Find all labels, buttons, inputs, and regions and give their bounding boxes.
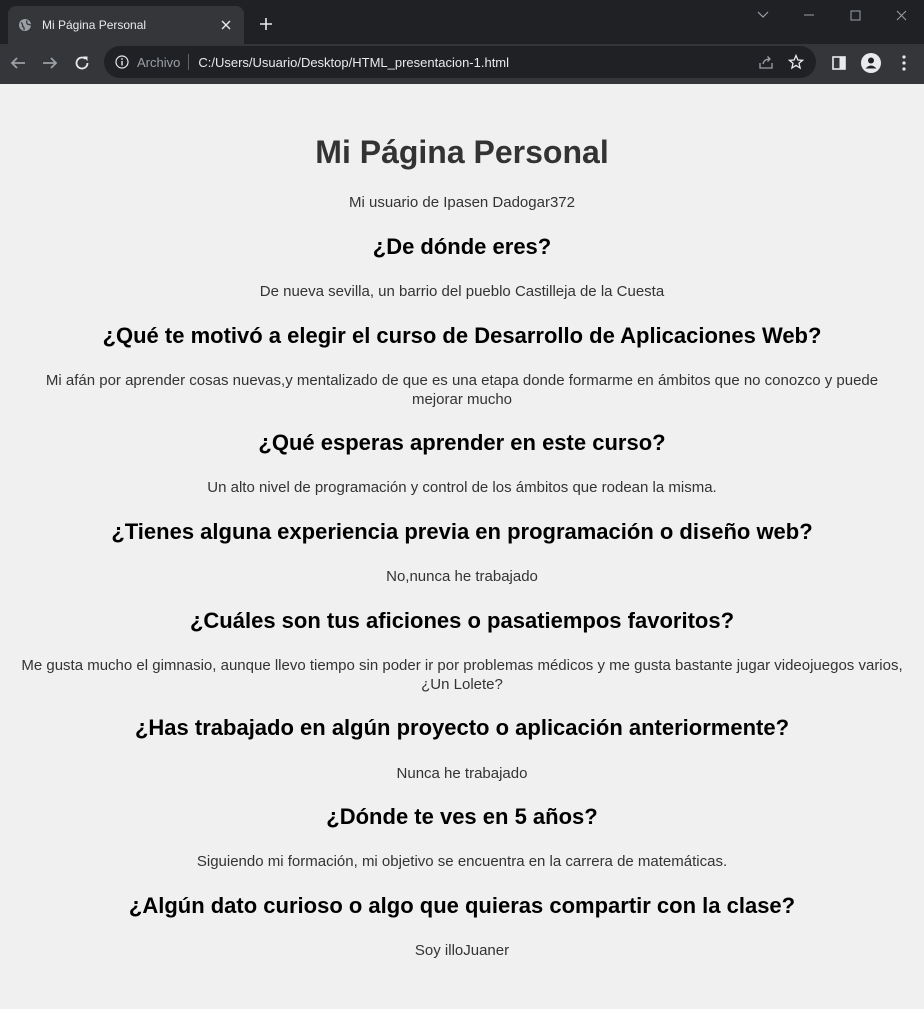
answer-text: Soy illoJuaner: [414, 942, 510, 959]
forward-arrow-icon[interactable]: [38, 51, 62, 75]
answer-text: Un alto nivel de programación y control …: [207, 479, 717, 496]
answer-text: Mi afán por aprender cosas nuevas,y ment…: [45, 372, 879, 408]
address-url[interactable]: C:/Users/Usuario/Desktop/HTML_presentaci…: [198, 55, 756, 70]
question-heading: ¿Qué esperas aprender en este curso?: [258, 430, 666, 455]
minimize-icon[interactable]: [786, 4, 832, 26]
browser-titlebar: Mi Página Personal: [0, 0, 924, 44]
question-heading: ¿Cuáles son tus aficiones o pasatiempos …: [189, 608, 735, 633]
star-icon[interactable]: [786, 52, 806, 72]
maximize-icon[interactable]: [832, 4, 878, 26]
question-heading: ¿Qué te motivó a elegir el curso de Desa…: [102, 323, 822, 348]
page-title: Mi Página Personal: [315, 134, 609, 170]
answer-text: De nueva sevilla, un barrio del pueblo C…: [259, 283, 665, 300]
close-icon[interactable]: [218, 17, 234, 33]
info-icon[interactable]: [114, 54, 130, 70]
profile-icon[interactable]: [860, 52, 882, 74]
reload-icon[interactable]: [70, 51, 94, 75]
address-bar[interactable]: Archivo C:/Users/Usuario/Desktop/HTML_pr…: [104, 46, 816, 78]
back-arrow-icon[interactable]: [6, 51, 30, 75]
question-heading: ¿Tienes alguna experiencia previa en pro…: [111, 519, 813, 544]
address-separator: [188, 54, 190, 70]
plus-icon[interactable]: [255, 13, 277, 35]
question-heading: ¿Has trabajado en algún proyecto o aplic…: [134, 715, 790, 740]
window-close-icon[interactable]: [878, 4, 924, 26]
user-line: Mi usuario de Ipasen Dadogar372: [349, 194, 575, 211]
chevron-down-icon[interactable]: [740, 4, 786, 26]
question-heading: ¿Algún dato curioso o algo que quieras c…: [128, 893, 796, 918]
answer-text: Me gusta mucho el gimnasio, aunque llevo…: [21, 657, 903, 693]
question-heading: ¿Dónde te ves en 5 años?: [326, 804, 598, 829]
side-panel-icon[interactable]: [828, 52, 850, 74]
tab-title: Mi Página Personal: [42, 18, 147, 32]
address-scheme: Archivo: [137, 54, 181, 70]
browser-tab[interactable]: Mi Página Personal: [8, 6, 244, 44]
globe-icon: [18, 18, 32, 32]
share-icon[interactable]: [756, 52, 776, 72]
answer-text: Siguiendo mi formación, mi objetivo se e…: [196, 853, 728, 870]
answer-text: No,nunca he trabajado: [386, 568, 538, 585]
question-heading: ¿De dónde eres?: [372, 234, 552, 259]
page-content: Mi Página Personal Mi usuario de Ipasen …: [0, 84, 924, 1009]
answer-text: Nunca he trabajado: [396, 765, 528, 782]
kebab-menu-icon[interactable]: [893, 52, 915, 74]
